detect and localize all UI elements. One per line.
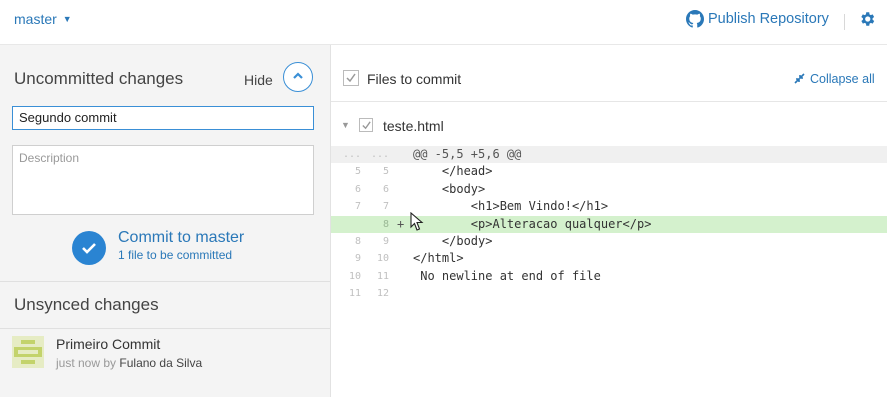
chevron-up-icon xyxy=(293,72,303,79)
new-line-number: ... xyxy=(370,149,389,160)
expand-caret-icon[interactable]: ▼ xyxy=(341,120,350,130)
branch-selector[interactable]: master ▼ xyxy=(14,11,72,27)
diff-line: 6 6 <body> xyxy=(331,181,887,198)
toolbar-divider xyxy=(844,14,845,30)
top-bar: master ▼ Publish Repository xyxy=(0,0,887,45)
mouse-cursor-icon xyxy=(410,212,424,231)
identicon-icon xyxy=(12,336,44,368)
new-line-number: 9 xyxy=(382,235,389,247)
select-all-checkbox[interactable] xyxy=(343,70,359,86)
publish-label: Publish Repository xyxy=(708,11,829,27)
checkmark-icon xyxy=(346,73,356,83)
diff-sign: + xyxy=(397,216,405,231)
old-line-number: 5 xyxy=(354,166,361,178)
commit-title[interactable]: Primeiro Commit xyxy=(56,336,160,352)
commit-meta: just now by Fulano da Silva xyxy=(56,356,202,370)
diff-line: 9 10 </html> xyxy=(331,250,887,267)
unsynced-changes-title: Unsynced changes xyxy=(14,295,159,314)
diff-line: 10 11 No newline at end of file xyxy=(331,268,887,285)
diff-hunk-header: ...... @@ -5,5 +5,6 @@ xyxy=(331,146,887,164)
diff-code: No newline at end of file xyxy=(413,268,601,283)
gear-icon xyxy=(861,12,875,26)
publish-repository-button[interactable]: Publish Repository xyxy=(686,10,829,28)
diff-line: 8 9 </body> xyxy=(331,233,887,250)
uncommitted-changes-title: Uncommitted changes xyxy=(14,69,184,88)
github-octocat-icon xyxy=(686,10,704,28)
new-line-number: 11 xyxy=(376,270,389,282)
new-line-number: 6 xyxy=(382,183,389,195)
commit-to-master-label[interactable]: Commit to master xyxy=(118,229,244,247)
commit-description-field[interactable]: Description xyxy=(12,145,314,215)
unsynced-changes-header: Unsynced changes xyxy=(0,281,330,329)
files-to-commit-label: Files to commit xyxy=(367,71,462,87)
new-line-number: 7 xyxy=(382,201,389,213)
collapse-all-button[interactable]: Collapse all xyxy=(793,72,875,86)
diff-code: <p>Alteracao qualquer</p> xyxy=(413,216,652,231)
diff-code: <body> xyxy=(413,181,486,196)
collapse-all-label: Collapse all xyxy=(810,72,875,86)
files-to-commit-header: Files to commit Collapse all xyxy=(331,45,887,102)
diff-line: 11 12 xyxy=(331,285,887,302)
old-line-number: 7 xyxy=(354,201,361,213)
checkmark-icon xyxy=(362,121,371,130)
old-line-number: 11 xyxy=(348,288,361,300)
avatar xyxy=(12,336,44,368)
diff-code: </head> xyxy=(413,164,493,179)
new-line-number: 12 xyxy=(376,288,389,300)
new-line-number: 10 xyxy=(376,253,389,265)
diff-code: </body> xyxy=(413,233,493,248)
file-row[interactable]: ▼ teste.html xyxy=(331,102,887,147)
commit-author: Fulano da Silva xyxy=(119,356,203,370)
check-icon xyxy=(82,243,96,254)
commit-summary-input[interactable]: Segundo commit xyxy=(12,106,314,130)
old-line-number: ... xyxy=(342,149,361,160)
diff-code: @@ -5,5 +5,6 @@ xyxy=(413,147,522,161)
diff-code: <h1>Bem Vindo!</h1> xyxy=(413,199,609,214)
old-line-number: 6 xyxy=(354,183,361,195)
new-line-number: 5 xyxy=(382,166,389,178)
commit-time: just now xyxy=(56,356,101,370)
file-name: teste.html xyxy=(383,118,444,134)
hide-button[interactable] xyxy=(283,62,313,92)
old-line-number: 10 xyxy=(348,270,361,282)
diff-line: 5 5 </head> xyxy=(331,163,887,180)
old-line-number: 9 xyxy=(354,253,361,265)
files-to-commit-count: 1 file to be committed xyxy=(118,248,233,262)
old-line-number: 8 xyxy=(354,235,361,247)
hide-label[interactable]: Hide xyxy=(244,72,273,88)
commit-button[interactable] xyxy=(72,231,106,265)
file-checkbox[interactable] xyxy=(359,118,373,132)
caret-down-icon: ▼ xyxy=(62,14,72,24)
changes-sidebar: Uncommitted changes Hide Segundo commit … xyxy=(0,45,331,397)
settings-button[interactable] xyxy=(858,10,876,33)
new-line-number: 8 xyxy=(382,218,389,230)
branch-name: master xyxy=(14,11,57,27)
diff-code: </html> xyxy=(413,251,464,266)
commit-by: by xyxy=(103,356,117,370)
collapse-arrows-icon xyxy=(794,73,805,84)
